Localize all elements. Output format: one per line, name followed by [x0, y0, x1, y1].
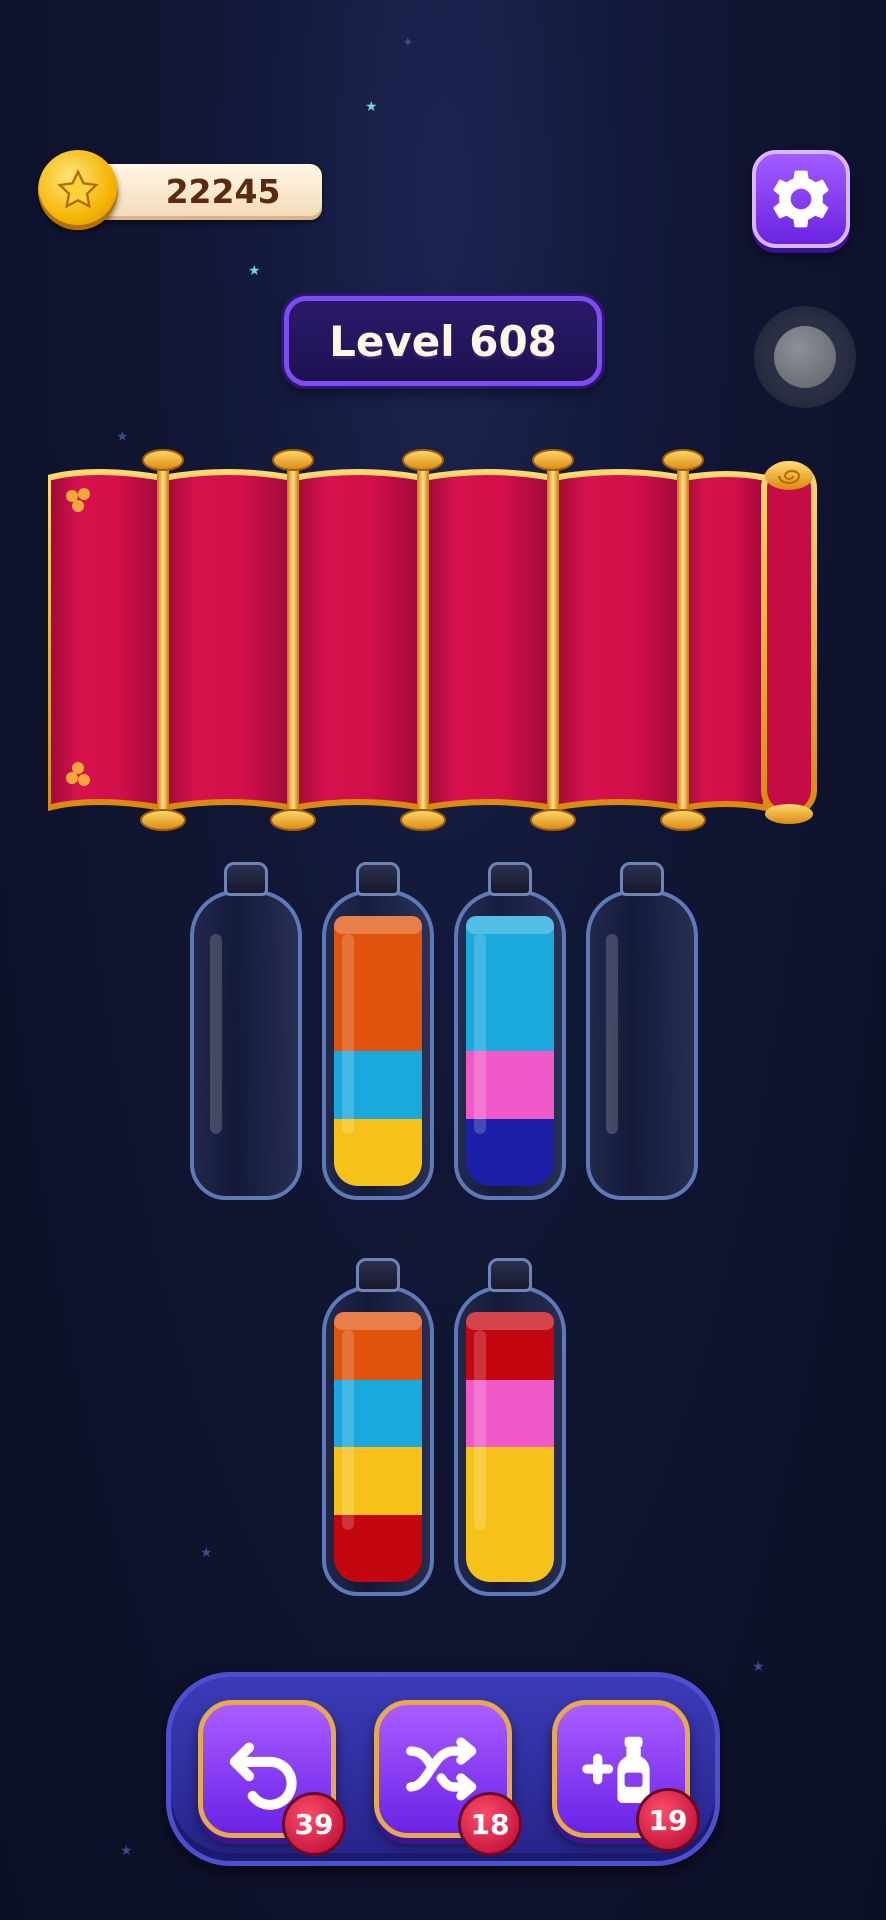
bottle-neck: [620, 862, 664, 896]
bottle-neck: [224, 862, 268, 896]
shuffle-count-badge: 18: [458, 1792, 522, 1856]
scroll-panels: [45, 469, 769, 812]
bottle-shine: [606, 934, 618, 1134]
bottle-shine: [342, 934, 354, 1134]
bottle[interactable]: [454, 862, 566, 1202]
star-icon: ★: [752, 1659, 765, 1675]
record-dot-inner: [774, 326, 836, 388]
star-icon: ✦: [402, 35, 414, 51]
bottle-shine: [342, 1330, 354, 1530]
bottle-glass: [586, 890, 698, 1200]
coin-count: 22245: [165, 172, 281, 211]
star-icon: ★: [116, 429, 129, 445]
bottle-shine: [474, 934, 486, 1134]
gear-icon: [773, 170, 829, 228]
bottle[interactable]: [190, 862, 302, 1202]
bottle-glass: [190, 890, 302, 1200]
bottle-neck: [356, 862, 400, 896]
star-icon: ★: [365, 99, 378, 115]
add-bottle-count-badge: 19: [636, 1788, 700, 1852]
record-indicator[interactable]: [754, 306, 856, 408]
bottle-glass: [322, 890, 434, 1200]
bottle[interactable]: [322, 862, 434, 1202]
level-title: Level 608: [329, 316, 557, 366]
bottle-shine: [474, 1330, 486, 1530]
bottle-neck: [356, 1258, 400, 1292]
star-icon: ★: [248, 263, 261, 279]
star-icon: ★: [120, 1843, 133, 1859]
bottle[interactable]: [454, 1258, 566, 1598]
bottle-neck: [488, 862, 532, 896]
settings-button[interactable]: [752, 150, 850, 248]
level-banner: Level 608: [284, 296, 602, 386]
bottle-glass: [454, 1286, 566, 1596]
bottle-shine: [210, 934, 222, 1134]
bottle[interactable]: [586, 862, 698, 1202]
bottle-neck: [488, 1258, 532, 1292]
coin-counter: 22245: [38, 150, 322, 230]
star-icon: ★: [200, 1545, 213, 1561]
undo-count-badge: 39: [282, 1792, 346, 1856]
star-coin-icon: [38, 150, 118, 230]
bottle[interactable]: [322, 1258, 434, 1598]
scroll-banner: [45, 448, 818, 832]
bottle-glass: [322, 1286, 434, 1596]
bottle-glass: [454, 890, 566, 1200]
